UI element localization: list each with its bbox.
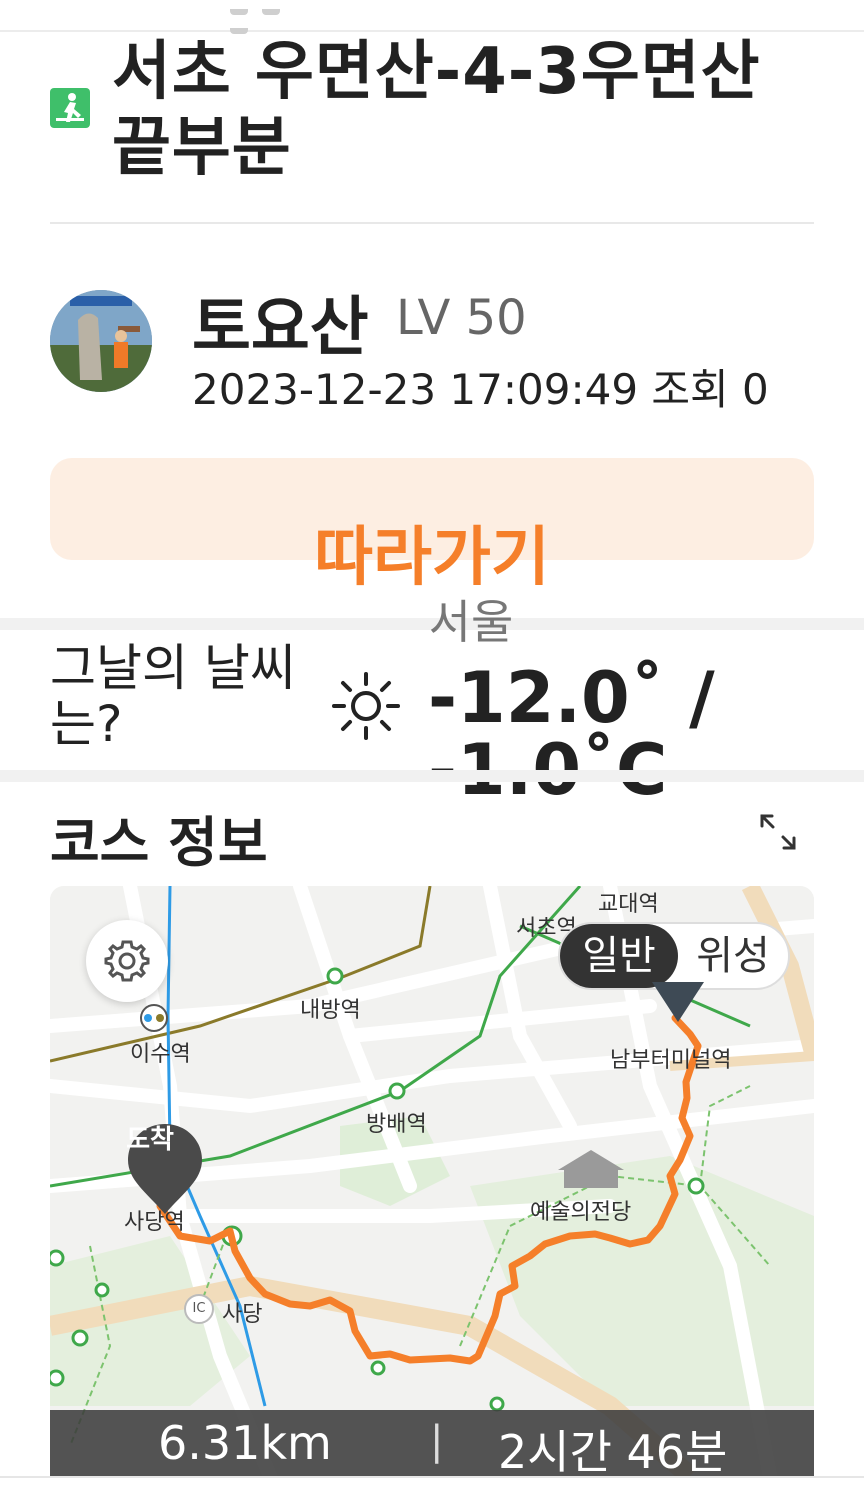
course-stats-bar: 6.31km | 2시간 46분 xyxy=(50,1410,814,1476)
course-title: 코스 정보 xyxy=(50,811,268,874)
bottom-divider xyxy=(0,1476,864,1502)
map-label-isu: 이수역 xyxy=(130,1042,191,1067)
toggle-normal[interactable]: 일반 xyxy=(560,924,678,988)
gear-icon xyxy=(104,940,150,982)
map-label-naebang: 내방역 xyxy=(300,998,361,1023)
map-settings-button[interactable] xyxy=(86,920,168,1002)
weather-question: 그날의 날씨는? xyxy=(50,639,296,753)
end-marker-icon xyxy=(652,982,704,1022)
title-section: 서초 우면산-4-3우면산 끝부분 xyxy=(50,34,814,224)
map-label-gyodae: 교대역 xyxy=(598,892,659,917)
map-type-toggle[interactable]: 일반 위성 xyxy=(558,922,790,990)
top-strip xyxy=(0,0,864,34)
map-label-arts-center: 예술의전당 xyxy=(530,1200,632,1225)
author-name[interactable]: 토요산 xyxy=(192,276,369,368)
ic-badge: IC xyxy=(184,1294,214,1324)
author-level: LV 50 xyxy=(396,290,527,346)
follow-button-label[interactable]: 따라가기 xyxy=(0,506,864,598)
course-map[interactable]: 이수역 내방역 방배역 사당역 서초역 교대역 남부터미널역 예술의전당 IC … xyxy=(50,886,814,1476)
map-label-bangbae: 방배역 xyxy=(366,1112,427,1137)
map-label-nambu: 남부터미널역 xyxy=(610,1048,732,1073)
avatar[interactable] xyxy=(50,290,152,392)
expand-icon[interactable] xyxy=(758,812,798,852)
post-meta: 2023-12-23 17:09:49 조회 0 xyxy=(192,365,769,414)
stats-separator: | xyxy=(430,1418,444,1464)
course-distance: 6.31km xyxy=(158,1416,332,1470)
map-label-ic-sadang: 사당 xyxy=(222,1302,263,1327)
divider xyxy=(0,770,864,782)
top-stub xyxy=(230,0,320,34)
sun-icon xyxy=(330,670,402,742)
course-duration: 2시간 46분 xyxy=(498,1425,728,1476)
hiking-icon xyxy=(50,88,90,128)
post-title: 서초 우면산-4-3우면산 끝부분 xyxy=(112,35,761,185)
toggle-satellite[interactable]: 위성 xyxy=(678,924,788,988)
start-marker-label: 도착 xyxy=(126,1125,174,1155)
author-section: 토요산 LV 50 2023-12-23 17:09:49 조회 0 xyxy=(50,270,814,420)
weather-temperature: -12.0˚ / -1.0˚C xyxy=(428,657,715,806)
